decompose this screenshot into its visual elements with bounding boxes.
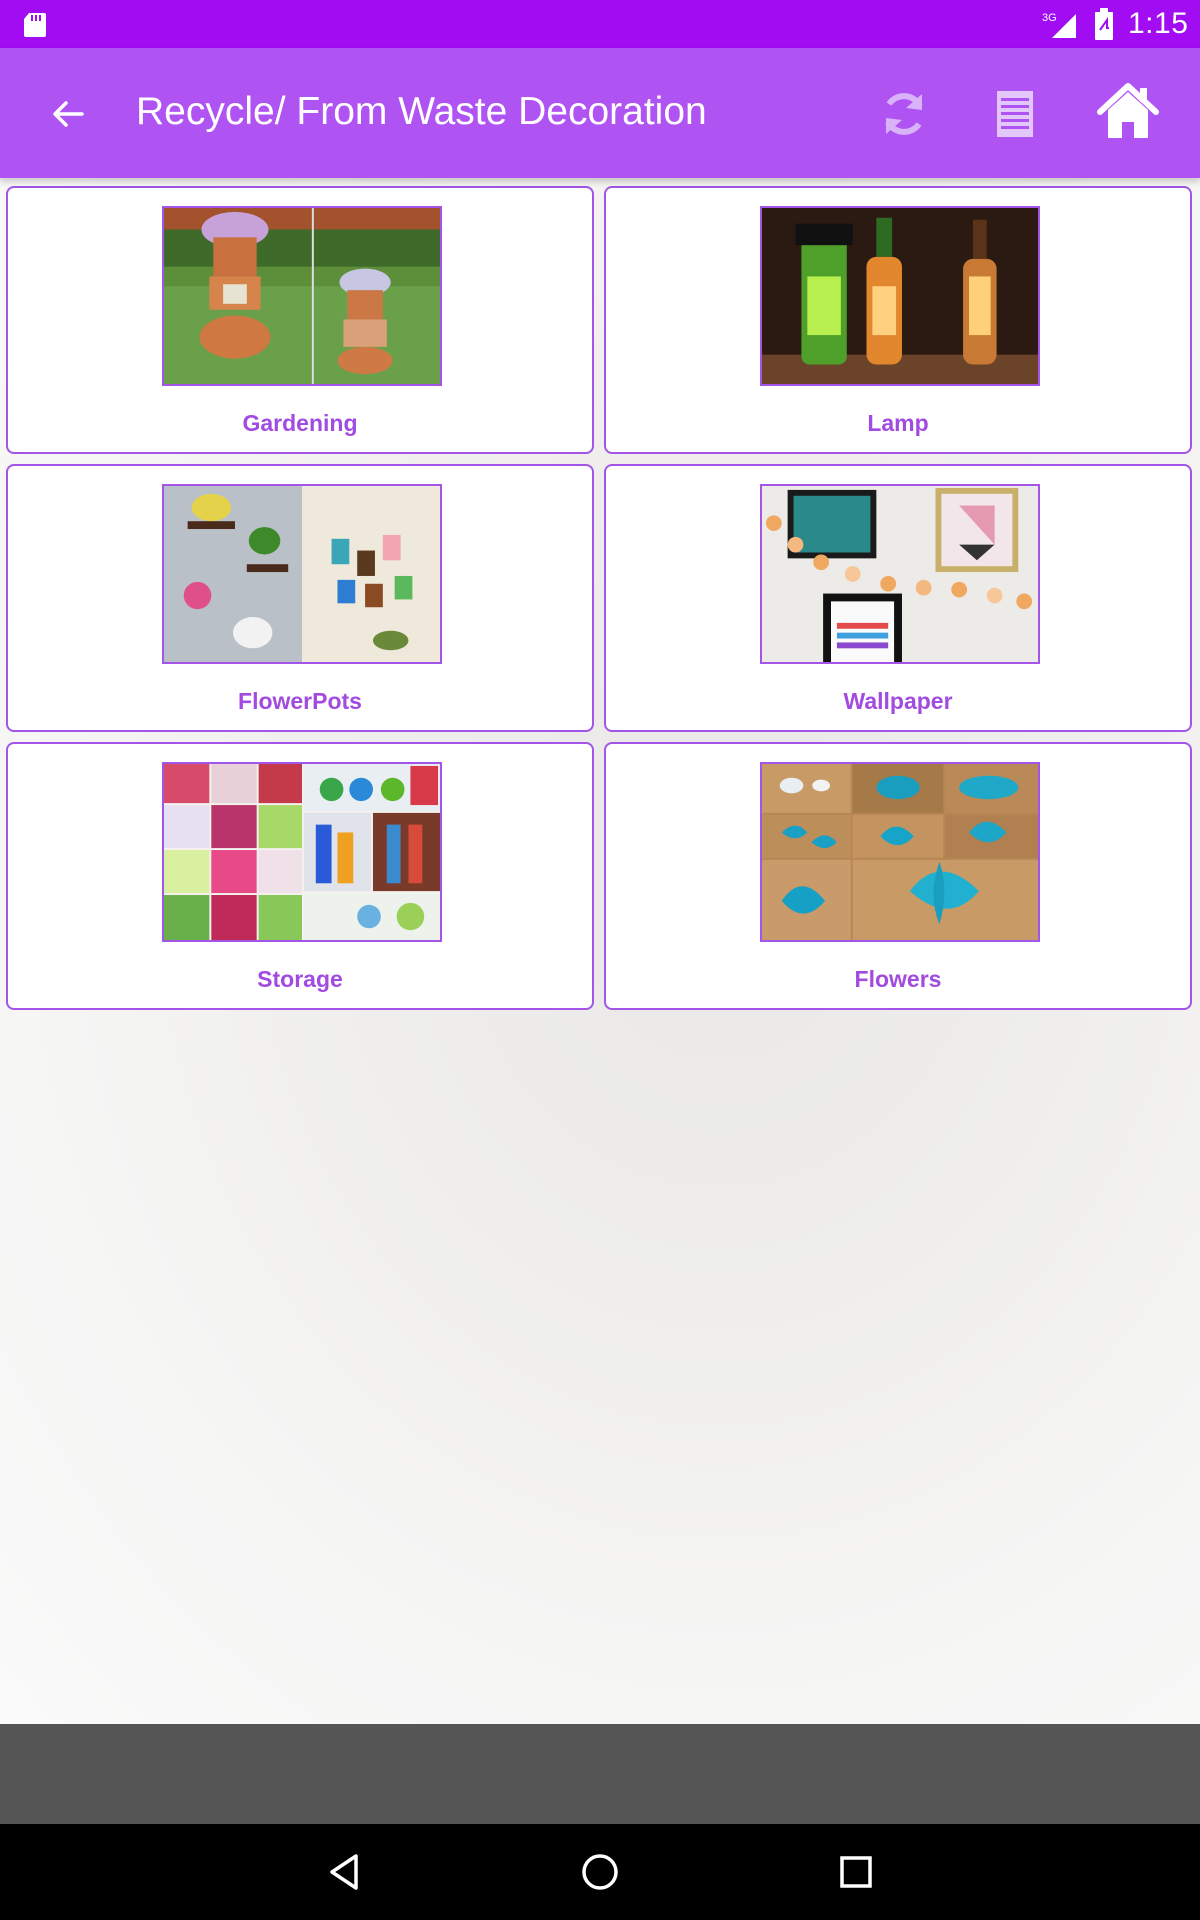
storage-thumbnail (162, 762, 442, 942)
home-icon[interactable] (1096, 80, 1160, 144)
category-label: Flowers (854, 966, 942, 992)
content-area: Gardening Lamp FlowerPots Wallpaper Stor… (0, 178, 1200, 1724)
back-arrow-icon[interactable] (44, 90, 92, 138)
category-card-storage[interactable]: Storage (6, 742, 594, 1010)
flowerpots-thumbnail (162, 484, 442, 664)
category-label: Wallpaper (843, 688, 953, 714)
nav-home-icon[interactable] (578, 1850, 622, 1894)
nav-back-icon[interactable] (322, 1850, 366, 1894)
category-card-lamp[interactable]: Lamp (604, 186, 1192, 454)
battery-icon (1095, 8, 1113, 40)
refresh-icon[interactable] (876, 86, 932, 142)
category-card-flowerpots[interactable]: FlowerPots (6, 464, 594, 732)
page-title: Recycle/ From Waste Decoration (136, 90, 707, 133)
category-label: FlowerPots (238, 688, 362, 714)
lamp-thumbnail (760, 206, 1040, 386)
gardening-thumbnail (162, 206, 442, 386)
bottom-banner-area (0, 1724, 1200, 1824)
category-label: Storage (257, 966, 343, 992)
system-nav-bar (0, 1824, 1200, 1920)
app-toolbar: Recycle/ From Waste Decoration (0, 48, 1200, 178)
category-label: Lamp (867, 410, 929, 436)
sd-card-icon (24, 13, 46, 37)
category-card-gardening[interactable]: Gardening (6, 186, 594, 454)
list-icon[interactable] (994, 88, 1036, 140)
category-card-wallpaper[interactable]: Wallpaper (604, 464, 1192, 732)
status-time: 1:15 (1128, 7, 1189, 40)
status-bar: 3G 1:15 (0, 0, 1200, 48)
category-card-flowers[interactable]: Flowers (604, 742, 1192, 1010)
network-type: 3G (1042, 12, 1057, 24)
signal-icon: 3G (1042, 12, 1076, 38)
nav-recents-icon[interactable] (834, 1850, 878, 1894)
wallpaper-thumbnail (760, 484, 1040, 664)
flowers-thumbnail (760, 762, 1040, 942)
category-label: Gardening (242, 410, 358, 436)
